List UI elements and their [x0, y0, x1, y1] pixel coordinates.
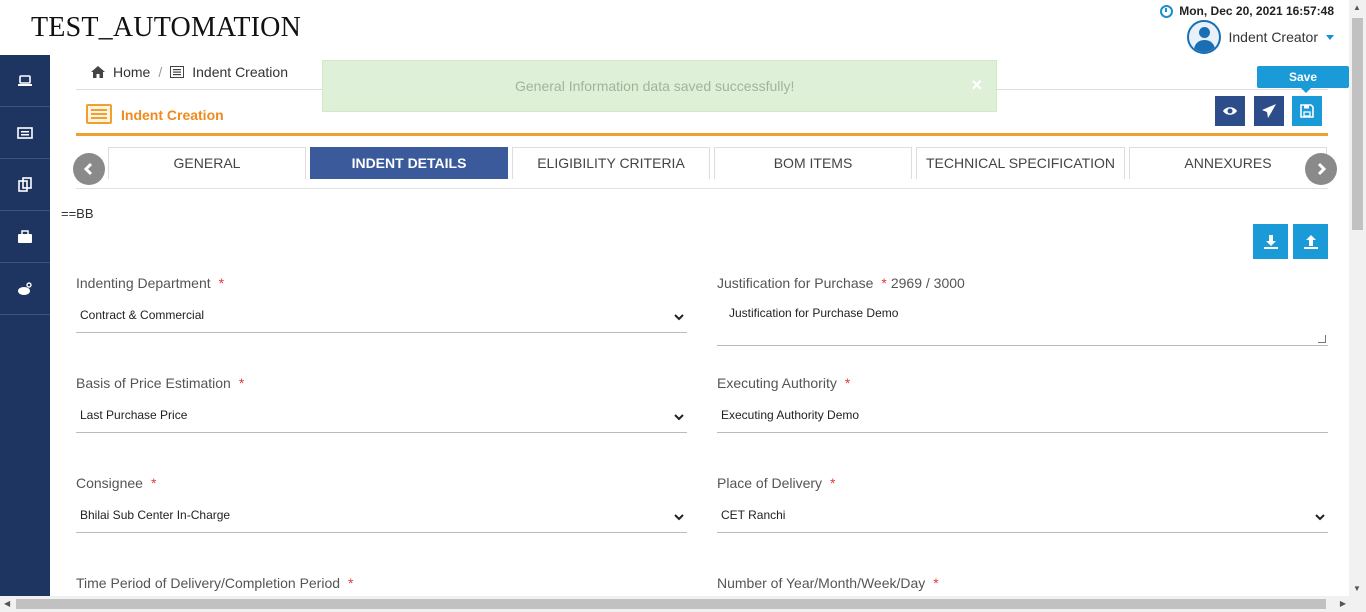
select-value: Last Purchase Price	[80, 408, 188, 422]
datetime-display: Mon, Dec 20, 2021 16:57:48	[1160, 4, 1334, 18]
note-text: ==BB	[61, 206, 94, 221]
time-period-label: Time Period of Delivery/Completion Perio…	[76, 575, 354, 591]
chevron-down-icon	[674, 510, 684, 521]
scroll-left-icon[interactable]: ◀	[4, 599, 10, 608]
sidebar-item-list[interactable]	[0, 107, 50, 159]
save-tooltip: Save	[1257, 66, 1349, 93]
download-button[interactable]	[1253, 224, 1288, 259]
save-button[interactable]	[1292, 96, 1322, 126]
tab-general[interactable]: GENERAL	[108, 147, 306, 179]
user-menu[interactable]: Indent Creator	[1186, 20, 1334, 54]
breadcrumb: Home / Indent Creation	[91, 64, 288, 80]
sidebar-item-dashboard[interactable]	[0, 55, 50, 107]
basis-price-label: Basis of Price Estimation *	[76, 375, 245, 391]
chevron-down-icon	[674, 410, 684, 421]
upload-icon	[1303, 234, 1318, 249]
user-role: Indent Creator	[1228, 29, 1319, 45]
sidebar	[0, 55, 50, 596]
scroll-up-icon[interactable]: ▲	[1353, 3, 1361, 12]
breadcrumb-current: Indent Creation	[192, 64, 288, 80]
app-title: TEST_AUTOMATION	[31, 12, 302, 43]
breadcrumb-separator: /	[158, 64, 163, 80]
select-value: CET Ranchi	[721, 508, 786, 522]
tab-technical-specification[interactable]: TECHNICAL SPECIFICATION	[916, 147, 1125, 179]
sidebar-item-work[interactable]	[0, 211, 50, 263]
page-header: Indent Creation	[76, 98, 1328, 136]
submit-button[interactable]	[1254, 96, 1284, 126]
resize-handle[interactable]	[1318, 335, 1326, 343]
upload-button[interactable]	[1293, 224, 1328, 259]
tab-bom-items[interactable]: BOM ITEMS	[714, 147, 912, 179]
horizontal-scrollbar[interactable]: ◀ ▶	[0, 596, 1366, 612]
scroll-down-icon[interactable]: ▼	[1353, 584, 1361, 593]
input-value: Executing Authority Demo	[721, 408, 860, 422]
place-delivery-label: Place of Delivery *	[717, 475, 836, 491]
executing-authority-input[interactable]: Executing Authority Demo	[717, 397, 1328, 433]
place-delivery-select[interactable]: CET Ranchi	[717, 497, 1328, 533]
select-value: Bhilai Sub Center In-Charge	[80, 508, 231, 522]
justification-label: Justification for Purchase * 2969 / 3000	[717, 275, 965, 291]
scrollbar-thumb[interactable]	[16, 599, 1326, 609]
laptop-icon	[18, 74, 32, 86]
select-value: Contract & Commercial	[80, 308, 205, 322]
copy-icon	[18, 176, 32, 192]
floppy-icon	[1300, 104, 1314, 118]
textarea-value: Justification for Purchase Demo	[729, 306, 899, 320]
sidebar-item-documents[interactable]	[0, 159, 50, 211]
weibo-icon	[18, 281, 32, 295]
breadcrumb-home[interactable]: Home	[113, 64, 150, 80]
download-icon	[1263, 234, 1278, 249]
tabs-next-button[interactable]	[1305, 153, 1337, 185]
list-alt-icon	[86, 104, 112, 124]
basis-price-select[interactable]: Last Purchase Price	[76, 397, 687, 433]
char-counter: 2969 / 3000	[890, 275, 965, 291]
chevron-down-icon	[1315, 510, 1325, 521]
close-icon[interactable]: ×	[971, 75, 982, 96]
home-icon	[91, 66, 105, 78]
consignee-select[interactable]: Bhilai Sub Center In-Charge	[76, 497, 687, 533]
send-icon	[1262, 104, 1276, 118]
indenting-department-select[interactable]: Contract & Commercial	[76, 297, 687, 333]
preview-button[interactable]	[1215, 96, 1245, 126]
scrollbar-thumb[interactable]	[1352, 18, 1363, 230]
chevron-down-icon	[1326, 34, 1334, 40]
tab-indent-details[interactable]: INDENT DETAILS	[310, 147, 508, 179]
list-icon	[17, 126, 33, 139]
tabs-prev-button[interactable]	[73, 153, 105, 185]
consignee-label: Consignee *	[76, 475, 157, 491]
executing-authority-label: Executing Authority *	[717, 375, 851, 391]
divider	[76, 188, 1328, 189]
tab-eligibility-criteria[interactable]: ELIGIBILITY CRITERIA	[512, 147, 710, 179]
toast-message: General Information data saved successfu…	[515, 78, 795, 94]
indenting-department-label: Indenting Department *	[76, 275, 225, 291]
datetime-text: Mon, Dec 20, 2021 16:57:48	[1179, 4, 1334, 18]
scroll-right-icon[interactable]: ▶	[1340, 599, 1346, 608]
sidebar-item-social[interactable]	[0, 263, 50, 315]
vertical-scrollbar[interactable]: ▲ ▼	[1349, 0, 1366, 596]
clock-icon	[1160, 4, 1174, 18]
tab-annexures[interactable]: ANNEXURES	[1129, 147, 1327, 179]
chevron-down-icon	[674, 310, 684, 321]
chevron-right-icon	[1317, 162, 1327, 176]
briefcase-icon	[18, 229, 32, 243]
page-title: Indent Creation	[121, 107, 224, 123]
justification-textarea[interactable]: Justification for Purchase Demo	[717, 300, 1328, 346]
number-period-label: Number of Year/Month/Week/Day *	[717, 575, 939, 591]
chevron-left-icon	[83, 162, 93, 176]
list-alt-icon	[170, 66, 185, 78]
eye-icon	[1223, 107, 1237, 115]
avatar	[1186, 20, 1221, 54]
